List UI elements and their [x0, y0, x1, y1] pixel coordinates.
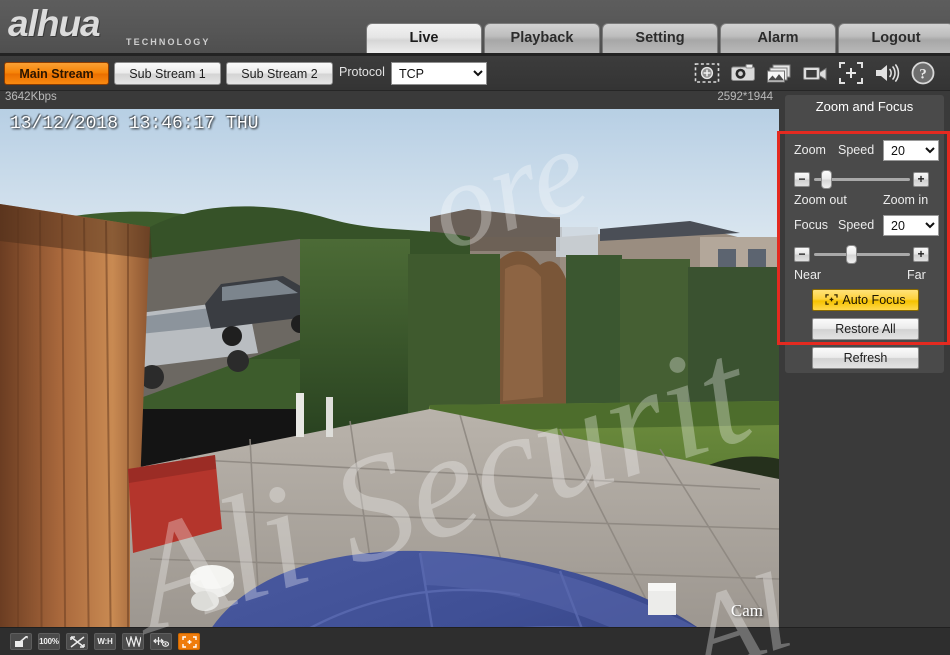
page-header: alhua TECHNOLOGY Live Playback Setting A… — [0, 0, 950, 56]
focus-slider-handle[interactable] — [846, 245, 858, 264]
view-control-bar: 100% W:H — [0, 627, 950, 655]
auto-focus-label: Auto Focus — [842, 293, 906, 307]
zoom-focus-icon[interactable] — [178, 633, 200, 650]
focus-decrease-button[interactable]: − — [794, 247, 810, 262]
video-tool-icons: ? — [694, 60, 936, 86]
video-scene — [0, 109, 779, 627]
stream-button-sub1[interactable]: Sub Stream 1 — [114, 62, 221, 85]
zoom-region-icon[interactable] — [694, 60, 720, 86]
resolution-readout: 2592*1944 — [717, 91, 773, 103]
focus-slider[interactable]: − + — [794, 244, 929, 264]
zoom-decrease-button[interactable]: − — [794, 172, 810, 187]
panel-body: Zoom Speed 20 − + Zoom out Zoom in Focus… — [785, 119, 944, 373]
zoom-speed-label: Speed — [838, 143, 875, 157]
stream-button-sub2[interactable]: Sub Stream 2 — [226, 62, 333, 85]
zoom-out-caption: Zoom out — [794, 193, 847, 207]
nav-tab-logout[interactable]: Logout — [838, 23, 950, 53]
image-adjust-icon[interactable] — [10, 633, 32, 650]
protocol-select[interactable]: TCP — [391, 62, 487, 85]
live-video-stream[interactable]: 13/12/2018 13:46:17 THU Cam — [0, 109, 779, 627]
svg-text:?: ? — [919, 67, 927, 83]
focus-increase-button[interactable]: + — [913, 247, 929, 262]
logo-tagline: TECHNOLOGY — [126, 37, 211, 47]
focus-far-caption: Far — [907, 268, 926, 282]
nav-tab-setting[interactable]: Setting — [602, 23, 718, 53]
zoom-slider-handle[interactable] — [820, 170, 832, 189]
refresh-button[interactable]: Refresh — [812, 347, 919, 369]
fluency-icon[interactable] — [122, 633, 144, 650]
zoom-slider[interactable]: − + — [794, 169, 929, 189]
dahua-logo: alhua TECHNOLOGY — [8, 4, 288, 52]
zoom-label: Zoom — [794, 143, 826, 157]
auto-focus-button[interactable]: Auto Focus — [812, 289, 919, 311]
audio-icon[interactable] — [874, 60, 900, 86]
focus-near-caption: Near — [794, 268, 822, 282]
ptz-eye-icon[interactable] — [150, 633, 172, 650]
panel-title: Zoom and Focus — [785, 95, 944, 119]
zoom-increase-button[interactable]: + — [913, 172, 929, 187]
zoom-in-caption: Zoom in — [883, 193, 929, 207]
help-icon[interactable]: ? — [910, 60, 936, 86]
triple-snapshot-icon[interactable] — [766, 60, 792, 86]
dahua-live-view-page: alhua TECHNOLOGY Live Playback Setting A… — [0, 0, 950, 655]
snapshot-icon[interactable] — [730, 60, 756, 86]
zoom-100-label: 100% — [39, 637, 59, 646]
auto-focus-icon — [825, 294, 839, 305]
focus-slider-track[interactable] — [814, 253, 910, 256]
video-container: 3642Kbps 2592*1944 13/12/2018 13:46:17 T… — [0, 91, 779, 627]
stream-toolbar: Main Stream Sub Stream 1 Sub Stream 2 Pr… — [0, 56, 950, 91]
record-icon[interactable] — [802, 60, 828, 86]
zoom-100-icon[interactable]: 100% — [38, 633, 60, 650]
protocol-label: Protocol — [339, 65, 385, 79]
nav-tab-playback[interactable]: Playback — [484, 23, 600, 53]
video-osd-channel: Cam — [730, 601, 763, 620]
zoom-speed-select[interactable]: 20 — [883, 140, 939, 161]
aspect-wh-icon[interactable]: W:H — [94, 633, 116, 650]
restore-all-button[interactable]: Restore All — [812, 318, 919, 340]
bitrate-readout: 3642Kbps — [5, 91, 57, 103]
nav-tab-live[interactable]: Live — [366, 23, 482, 53]
video-osd-timestamp: 13/12/2018 13:46:17 THU — [10, 114, 259, 134]
crop-icon[interactable] — [838, 60, 864, 86]
stream-button-main[interactable]: Main Stream — [4, 62, 109, 85]
main-navigation: Live Playback Setting Alarm Logout — [366, 23, 950, 53]
zoom-focus-panel: Zoom and Focus Zoom Speed 20 − + Zoom ou… — [779, 91, 950, 627]
focus-speed-label: Speed — [838, 218, 875, 232]
focus-label: Focus — [794, 218, 829, 232]
focus-speed-select[interactable]: 20 — [883, 215, 939, 236]
aspect-wh-label: W:H — [97, 637, 113, 646]
nav-tab-alarm[interactable]: Alarm — [720, 23, 836, 53]
fit-screen-icon[interactable] — [66, 633, 88, 650]
